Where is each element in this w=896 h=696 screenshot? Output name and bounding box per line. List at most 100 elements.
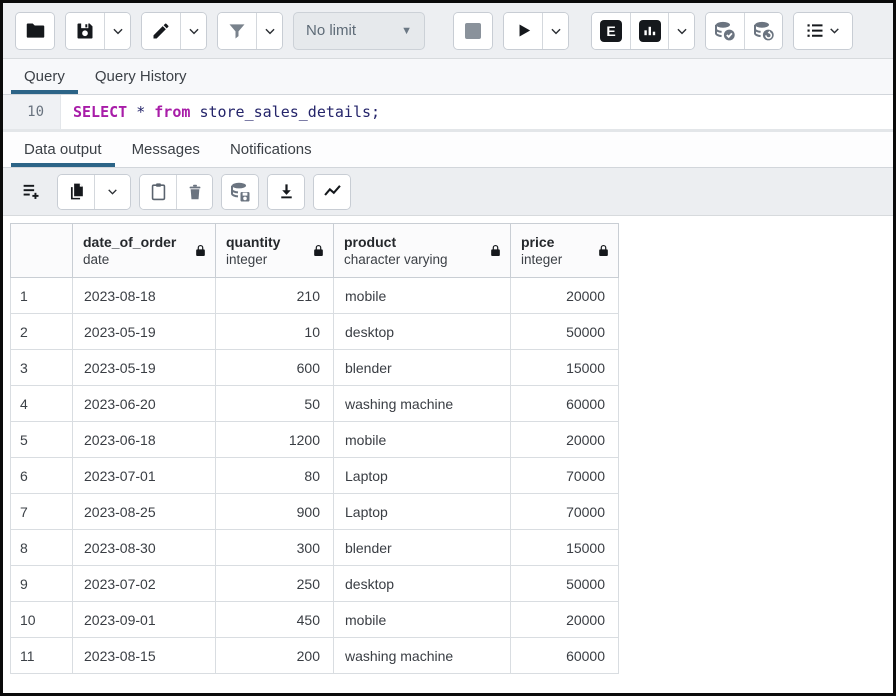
tab-notifications[interactable]: Notifications: [215, 133, 327, 167]
cell[interactable]: 600: [216, 350, 334, 386]
cell[interactable]: 80: [216, 458, 334, 494]
cell[interactable]: 2023-08-15: [73, 638, 216, 674]
execute-options-button[interactable]: [542, 13, 568, 49]
column-header[interactable]: product character varying: [334, 224, 511, 278]
tab-query[interactable]: Query: [9, 60, 80, 94]
sql-code-line[interactable]: SELECT * from store_sales_details;: [61, 95, 380, 129]
paste-button[interactable]: [140, 175, 176, 209]
cell[interactable]: 450: [216, 602, 334, 638]
cell[interactable]: Laptop: [334, 494, 511, 530]
column-header[interactable]: quantity integer: [216, 224, 334, 278]
row-number[interactable]: 6: [11, 458, 73, 494]
save-data-changes-button[interactable]: [222, 175, 258, 209]
table-row: 2 2023-05-1910desktop50000: [11, 314, 619, 350]
corner-cell[interactable]: [11, 224, 73, 278]
cell[interactable]: mobile: [334, 278, 511, 314]
stop-button[interactable]: [454, 13, 492, 49]
save-group: [65, 12, 131, 50]
explain-button[interactable]: E: [592, 13, 630, 49]
row-number[interactable]: 10: [11, 602, 73, 638]
column-header[interactable]: date_of_order date: [73, 224, 216, 278]
cell[interactable]: 300: [216, 530, 334, 566]
open-file-button[interactable]: [16, 13, 54, 49]
row-number[interactable]: 11: [11, 638, 73, 674]
cell[interactable]: 900: [216, 494, 334, 530]
cell[interactable]: 2023-08-30: [73, 530, 216, 566]
sql-editor[interactable]: 10 SELECT * from store_sales_details;: [3, 95, 893, 129]
cell[interactable]: 1200: [216, 422, 334, 458]
cell[interactable]: 2023-06-18: [73, 422, 216, 458]
cell[interactable]: desktop: [334, 314, 511, 350]
chevron-down-icon: [675, 24, 689, 38]
cell[interactable]: 50000: [511, 314, 619, 350]
execute-button[interactable]: [504, 13, 542, 49]
row-number[interactable]: 1: [11, 278, 73, 314]
edit-options-button[interactable]: [180, 13, 206, 49]
table-row: 10 2023-09-01450mobile20000: [11, 602, 619, 638]
cell[interactable]: 2023-07-01: [73, 458, 216, 494]
cell[interactable]: washing machine: [334, 638, 511, 674]
rollback-button[interactable]: [744, 13, 782, 49]
row-number[interactable]: 8: [11, 530, 73, 566]
save-button[interactable]: [66, 13, 104, 49]
explain-options-button[interactable]: [668, 13, 694, 49]
stop-icon: [465, 23, 481, 39]
tab-query-history[interactable]: Query History: [80, 60, 202, 94]
save-options-button[interactable]: [104, 13, 130, 49]
cell[interactable]: 70000: [511, 458, 619, 494]
cell[interactable]: blender: [334, 530, 511, 566]
cell[interactable]: mobile: [334, 422, 511, 458]
row-number[interactable]: 3: [11, 350, 73, 386]
add-row-button[interactable]: [13, 175, 49, 209]
cell[interactable]: 20000: [511, 422, 619, 458]
row-number[interactable]: 5: [11, 422, 73, 458]
tab-data-output[interactable]: Data output: [9, 133, 117, 167]
cell[interactable]: 50: [216, 386, 334, 422]
tab-messages[interactable]: Messages: [117, 133, 215, 167]
filter-group: [217, 12, 283, 50]
cell[interactable]: 15000: [511, 530, 619, 566]
cell[interactable]: 200: [216, 638, 334, 674]
row-number[interactable]: 4: [11, 386, 73, 422]
cell[interactable]: 20000: [511, 278, 619, 314]
cell[interactable]: 2023-05-19: [73, 350, 216, 386]
cell[interactable]: washing machine: [334, 386, 511, 422]
filter-options-button[interactable]: [256, 13, 282, 49]
cell[interactable]: 2023-05-19: [73, 314, 216, 350]
cell[interactable]: 60000: [511, 386, 619, 422]
cell[interactable]: 2023-06-20: [73, 386, 216, 422]
macros-button[interactable]: [794, 13, 852, 49]
download-group: [267, 174, 305, 210]
cell[interactable]: 10: [216, 314, 334, 350]
cell[interactable]: 50000: [511, 566, 619, 602]
cell[interactable]: 70000: [511, 494, 619, 530]
row-number[interactable]: 7: [11, 494, 73, 530]
cell[interactable]: 2023-09-01: [73, 602, 216, 638]
copy-button[interactable]: [58, 175, 94, 209]
cell[interactable]: 2023-08-18: [73, 278, 216, 314]
cell[interactable]: 20000: [511, 602, 619, 638]
cell[interactable]: 210: [216, 278, 334, 314]
filter-button[interactable]: [218, 13, 256, 49]
lock-icon: [194, 244, 207, 257]
cell[interactable]: 2023-07-02: [73, 566, 216, 602]
cell[interactable]: 60000: [511, 638, 619, 674]
cell[interactable]: blender: [334, 350, 511, 386]
cell[interactable]: 15000: [511, 350, 619, 386]
edit-button[interactable]: [142, 13, 180, 49]
cell[interactable]: desktop: [334, 566, 511, 602]
cell[interactable]: 2023-08-25: [73, 494, 216, 530]
commit-button[interactable]: [706, 13, 744, 49]
column-header[interactable]: price integer: [511, 224, 619, 278]
cell[interactable]: 250: [216, 566, 334, 602]
delete-button[interactable]: [176, 175, 212, 209]
cell[interactable]: Laptop: [334, 458, 511, 494]
download-csv-button[interactable]: [268, 175, 304, 209]
explain-analyze-button[interactable]: [630, 13, 668, 49]
row-number[interactable]: 9: [11, 566, 73, 602]
row-number[interactable]: 2: [11, 314, 73, 350]
graph-visualiser-button[interactable]: [314, 175, 350, 209]
copy-options-button[interactable]: [94, 175, 130, 209]
row-limit-select[interactable]: No limit ▼: [293, 12, 425, 50]
cell[interactable]: mobile: [334, 602, 511, 638]
